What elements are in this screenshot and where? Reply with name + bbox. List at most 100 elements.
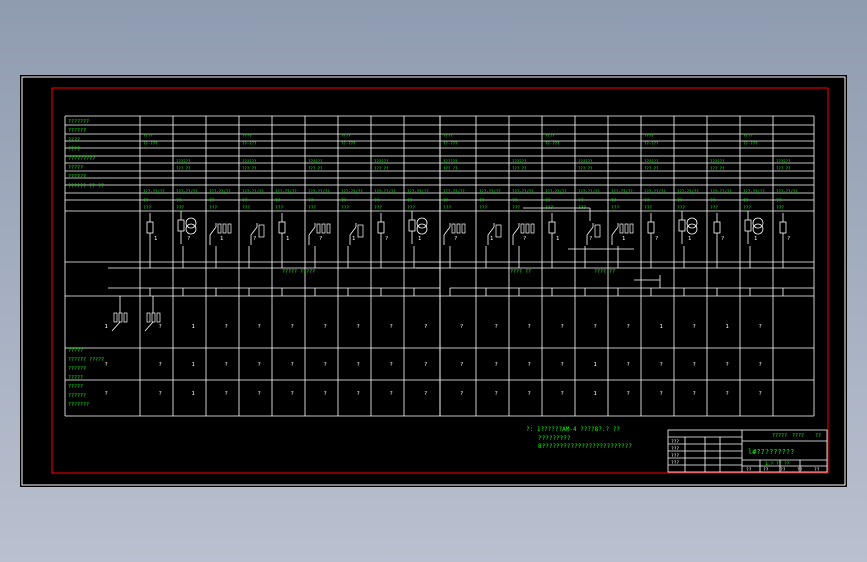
left-footer-row: ?????? ????? (68, 357, 104, 363)
cabinet-value-mid: ? (357, 324, 360, 330)
cabinet-value-bottom: ? (759, 391, 762, 397)
cabinet-value-mid: 1 (105, 324, 108, 330)
ct-symbol (624, 223, 629, 234)
cabinet-number-label: ??? (443, 205, 451, 211)
ct-symbol (456, 223, 461, 234)
cabinet-note: ??? ?? (644, 166, 659, 171)
cabinet-value-bottom: ? (528, 391, 531, 397)
cabinet-mark: ? (454, 236, 457, 242)
cabinet-value-lower: ? (390, 362, 393, 368)
left-footer-row: ????? (68, 384, 83, 390)
left-footer-row: ????? (68, 375, 83, 381)
ct-symbol (520, 223, 525, 234)
busbar-label-right-b: ???? ?? (594, 269, 615, 275)
cabinet-value-bottom: ? (390, 391, 393, 397)
cabinet-note: ??-??? (143, 141, 158, 146)
cabinet-value-bottom: ? (693, 391, 696, 397)
cabinet-type-label: ?? (242, 198, 248, 204)
cabinet-number-label: ??? (644, 205, 652, 211)
breaker-symbol (678, 219, 686, 232)
title-left-row: ??? (671, 446, 679, 452)
drawing-title: l#????????? (748, 448, 794, 456)
cad-viewport[interactable]: ????? ????????? ?????? ?? ???-??/????????… (20, 75, 847, 487)
cabinet-number-label: ??? (374, 205, 382, 211)
transformer-symbol (686, 223, 698, 235)
cabinet-note: ???? (242, 133, 252, 138)
cabinet-mark: 1 (688, 236, 691, 242)
cabinet-type-label: ?? (611, 198, 617, 204)
breaker-symbol (408, 219, 416, 232)
ct-symbol (222, 223, 227, 234)
cabinet-spec-label: ???-??/?? (275, 189, 297, 194)
cabinet-spec-label: ???-??/?? (407, 189, 429, 194)
cabinet-note: ?????? (176, 159, 191, 164)
cabinet-number-label: ??? (275, 205, 283, 211)
cabinet-value-mid: ? (495, 324, 498, 330)
title-header-cell: ????? (772, 433, 787, 439)
cabinet-type-label: ?? (275, 198, 281, 204)
cabinet-number-label: ??? (512, 205, 520, 211)
ct-symbol (123, 312, 128, 323)
cabinet-note: ?????? (374, 159, 389, 164)
ct-symbol (451, 223, 456, 234)
transformer-symbol (752, 223, 764, 235)
left-header-row: ??????? (68, 119, 89, 125)
cabinet-value-bottom: ? (660, 391, 663, 397)
cabinet-note: ?????? (242, 159, 257, 164)
ct-symbol (619, 223, 624, 234)
transformer-symbol (185, 223, 197, 235)
cabinet-mark: 1 (754, 236, 757, 242)
left-header-row: ????????? (68, 156, 95, 162)
cabinet-grid: ????? ????????? ?????? ?????-??/????????… (64, 115, 815, 417)
left-legend-table: ????????????????????????????????????????… (68, 119, 104, 408)
cabinet-type-label: ?? (374, 198, 380, 204)
cabinet-mark: ? (589, 236, 592, 242)
cabinet-mark: 1 (286, 236, 289, 242)
cabinet-mark: ? (187, 236, 190, 242)
cabinet-value-lower: ? (159, 362, 162, 368)
left-header-row: ?????? (68, 174, 86, 180)
cabinet-spec-label: ???-??/?? (512, 189, 534, 194)
cabinet-note: ??? ?? (176, 166, 191, 171)
transformer-symbol (416, 223, 428, 235)
cabinet-value-bottom: ? (561, 391, 564, 397)
title-bottom-cell: ?? (746, 467, 752, 473)
cabinet-spec-label: ???-??/?? (443, 189, 465, 194)
cabinet-value-lower: ? (495, 362, 498, 368)
cabinet-mark: ? (385, 236, 388, 242)
cabinet-value-bottom: ? (258, 391, 261, 397)
cabinet-note: ?????? (710, 159, 725, 164)
cabinet-spec-label: ???-??/?? (710, 189, 732, 194)
breaker-symbol (278, 221, 286, 234)
cabinet-mark: ? (655, 236, 658, 242)
cabinet-mark: 1 (154, 236, 157, 242)
cabinet-value-lower: ? (324, 362, 327, 368)
equipment-symbols (111, 207, 787, 332)
fuse-symbol (357, 224, 364, 238)
cabinet-type-label: ?? (743, 198, 749, 204)
cabinet-type-label: ?? (710, 198, 716, 204)
transformer-symbol (752, 217, 764, 229)
cabinet-note: ??? ?? (443, 166, 458, 171)
left-header-row: ????? (68, 165, 83, 171)
cabinet-note: ?????? (578, 159, 593, 164)
fuse-symbol (258, 224, 265, 238)
ct-symbol (525, 223, 530, 234)
cabinet-value-mid: ? (627, 324, 630, 330)
ct-symbol (530, 223, 535, 234)
pt-line (144, 321, 154, 332)
title-left-row: ??? (671, 439, 679, 445)
cabinet-spec-label: ???-??/?? (242, 189, 264, 194)
switch-symbol (250, 226, 258, 236)
cabinet-value-lower: ? (258, 362, 261, 368)
cabinet-note: ???? (545, 133, 555, 138)
cabinet-mark: ? (787, 236, 790, 242)
left-footer-row: ?????? (68, 366, 86, 372)
cabinet-value-bottom: ? (495, 391, 498, 397)
ct-symbol (156, 312, 161, 323)
note-line-2: ????????? (538, 435, 571, 442)
cabinet-mark: 1 (220, 236, 223, 242)
cabinet-note: ?????? (308, 159, 323, 164)
transformer-symbol (185, 217, 197, 229)
ct-symbol (113, 312, 118, 323)
